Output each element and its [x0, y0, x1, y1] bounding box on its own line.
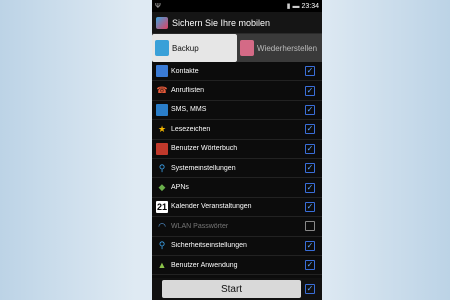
tab-backup[interactable]: Backup — [152, 34, 237, 62]
checkbox-security-settings[interactable]: ✓ — [305, 240, 315, 251]
list-item-label: Benutzer Wörterbuch — [171, 145, 238, 153]
backup-item-list: Kontakte ✓ ☎ Anruflisten ✓ SMS, MMS ✓ ★ … — [152, 62, 322, 276]
list-item-label: Systemeinstellungen — [171, 164, 236, 172]
app-title-bar: Sichern Sie Ihre mobilen — [152, 12, 322, 34]
dictionary-icon — [156, 142, 168, 155]
tab-bar: Backup Wiederherstellen — [152, 34, 322, 62]
checkbox-user-apps[interactable]: ✓ — [305, 260, 315, 271]
list-item-label: Kontakte — [171, 67, 199, 75]
start-button[interactable]: Start — [162, 280, 301, 298]
list-item-calendar[interactable]: 21 Kalender Veranstaltungen ✓ — [152, 198, 322, 218]
list-item-wifi-passwords[interactable]: ◠ WLAN Passwörter — [152, 217, 322, 237]
checkbox-apns[interactable]: ✓ — [305, 182, 315, 193]
system-settings-icon: ⚲ — [158, 162, 166, 173]
status-time: 23:34 — [301, 2, 319, 10]
phone-screen: Ψ ▮ ▬ 23:34 Sichern Sie Ihre mobilen Bac… — [152, 0, 322, 300]
list-item-dictionary[interactable]: Benutzer Wörterbuch ✓ — [152, 140, 322, 159]
signal-icon: ▮ — [286, 2, 291, 10]
checkbox-call-logs[interactable]: ✓ — [305, 85, 315, 96]
list-item-label: APNs — [171, 184, 189, 192]
list-item-call-logs[interactable]: ☎ Anruflisten ✓ — [152, 81, 322, 101]
list-item-bookmarks[interactable]: ★ Lesezeichen ✓ — [152, 120, 322, 140]
tab-restore-label: Wiederherstellen — [257, 43, 318, 53]
list-item-label: Benutzer Anwendung — [171, 261, 238, 269]
security-settings-icon: ⚲ — [158, 240, 166, 251]
checkbox-wifi-passwords[interactable] — [305, 221, 315, 232]
list-item-apns[interactable]: ◆ APNs ✓ — [152, 178, 322, 198]
list-item-label: Kalender Veranstaltungen — [171, 203, 252, 211]
apn-icon: ◆ — [158, 182, 166, 193]
tab-restore[interactable]: Wiederherstellen — [237, 34, 322, 62]
bottom-bar: Start ✓ — [152, 278, 322, 300]
checkbox-bookmarks[interactable]: ✓ — [305, 124, 315, 135]
list-item-system-settings[interactable]: ⚲ Systemeinstellungen ✓ — [152, 159, 322, 179]
checkbox-system-settings[interactable]: ✓ — [305, 163, 315, 174]
checkbox-calendar[interactable]: ✓ — [305, 201, 315, 212]
select-all-checkbox[interactable]: ✓ — [305, 284, 315, 294]
list-item-contacts[interactable]: Kontakte ✓ — [152, 62, 322, 82]
battery-icon: ▬ — [292, 2, 300, 10]
list-item-security-settings[interactable]: ⚲ Sicherheitseinstellungen ✓ — [152, 237, 322, 256]
list-item-label: SMS, MMS — [171, 106, 207, 114]
wifi-icon: ◠ — [158, 220, 166, 231]
bookmark-star-icon: ★ — [157, 123, 167, 134]
list-item-user-apps[interactable]: ▲ Benutzer Anwendung ✓ — [152, 256, 322, 276]
app-title: Sichern Sie Ihre mobilen — [172, 17, 271, 28]
checkbox-dictionary[interactable]: ✓ — [305, 143, 315, 154]
call-log-icon: ☎ — [156, 85, 168, 96]
status-bar: Ψ ▮ ▬ 23:34 — [152, 0, 322, 12]
tab-backup-label: Backup — [172, 43, 199, 53]
calendar-icon: 21 — [156, 200, 168, 213]
app-icon — [156, 16, 168, 29]
usb-icon: Ψ — [155, 2, 161, 10]
sms-icon — [156, 103, 168, 116]
restore-icon — [240, 40, 254, 56]
checkbox-contacts[interactable]: ✓ — [305, 66, 315, 77]
list-item-sms[interactable]: SMS, MMS ✓ — [152, 101, 322, 121]
list-item-label: Sicherheitseinstellungen — [171, 242, 247, 250]
checkbox-sms[interactable]: ✓ — [305, 104, 315, 115]
list-item-label: WLAN Passwörter — [171, 222, 229, 230]
backup-icon — [155, 40, 169, 56]
list-item-label: Anruflisten — [171, 87, 205, 95]
android-icon: ▲ — [157, 260, 167, 271]
contacts-icon — [156, 65, 168, 78]
list-item-label: Lesezeichen — [171, 125, 211, 133]
